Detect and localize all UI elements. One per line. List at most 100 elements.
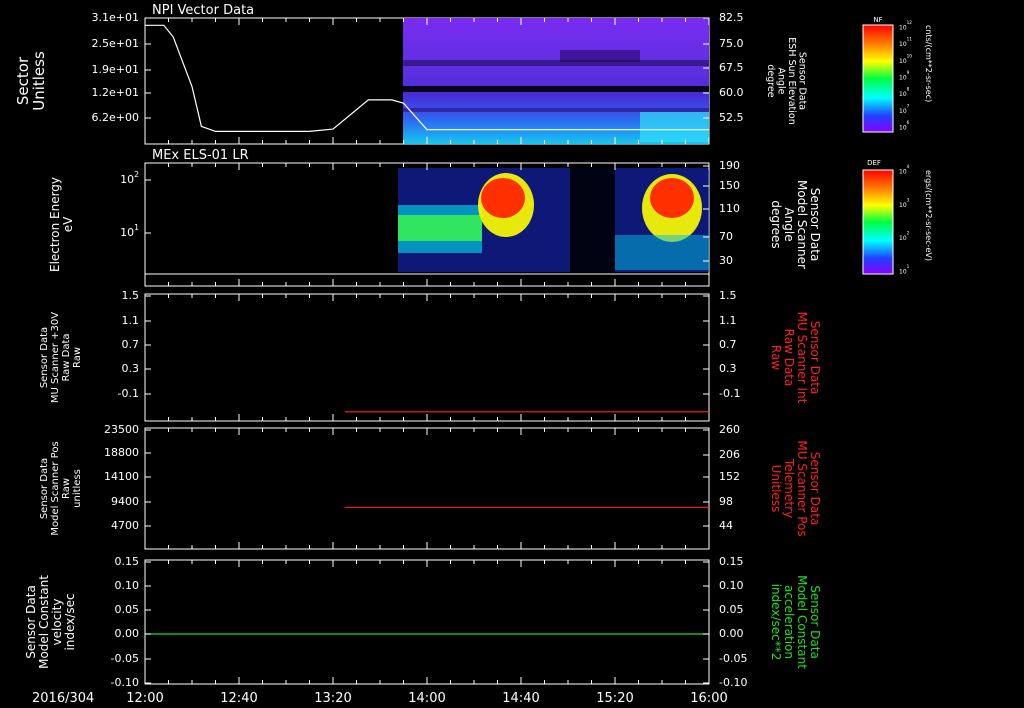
panel-4-right-tick-label: 206 [719,448,740,461]
panel-3-left-axis-label: Sensor Data [39,327,50,388]
panel-2-spectrogram [398,168,709,272]
panel-5-right-tick-label: 0.05 [719,603,744,616]
panel-3-left-tick-label: 0.7 [122,338,140,351]
panel-3-right-axis-label: MU Scanner Int [795,312,809,404]
panel-5-left-axis-label: index/sec [63,593,77,650]
panel-5-right-axis-label: Sensor Data [808,585,822,659]
panel-3-right-tick-label: 1.1 [719,314,737,327]
panel-3-frame [144,293,710,422]
panel-5-left-tick-label: -0.10 [111,676,139,689]
panel-2-right-axis-label: Sensor Data [808,188,822,262]
colorbar-1-ticks: 1012 1011 1010 109 108 107 106 [899,20,912,132]
panel-4-right-tick-label: 98 [719,495,733,508]
panel-4-right-axis-label: Sensor Data [808,452,822,526]
panel-4-left-tick-label: 14100 [104,470,139,483]
panel-2-right-tick-label: 70 [719,230,733,243]
panel-4-right-tick-label: 260 [719,423,740,436]
panel-1-spectrogram [403,18,709,144]
panel-1-band-lower [403,108,709,112]
panel-4-left-axis-label: Model Scanner Pos [50,441,61,535]
colorbar-panel-1: NF cnts/(cm**2-sr-sec) 10121011101010910… [862,16,933,133]
panel-4-left-tick-label: 23500 [104,423,139,436]
panel-1-right-axis-label: Sensor Data [797,52,808,110]
colorbar-2-gradient [862,169,894,275]
panel-5-left-axis-label: Model Constant [37,575,51,669]
panel-1-right-tick-label: 75.0 [719,37,744,50]
panel-3-right-tick-label: 0.7 [719,338,737,351]
panel-4-right-axis-label: Unitless [769,465,783,513]
panel-1-right-tick-label: 60.0 [719,86,744,99]
panel-1-left-tick-label: 2.5e+01 [92,37,139,50]
panel-3-left-axis-label: MU Scanner +30V [50,312,61,403]
colorbar-2-unit: ergs/(cm**2-sr-sec-eV) [924,170,933,261]
colorbar-tick-label: 103 [899,197,910,209]
panel-2-right-tick-label: 190 [719,159,740,172]
panel-5-right-tick-label: -0.10 [719,676,747,689]
colorbar-tick-label: 1011 [899,37,912,49]
panel-1-right-tick-label: 52.5 [719,111,744,124]
panel-3-left-axis-label: Raw [72,347,83,368]
panel-5-right-tick-label: 0.00 [719,627,744,640]
panel-5-right-axis-label: Model Constant [795,575,809,669]
panel-5-left-tick-label: 0.10 [115,579,140,592]
panel-3-right-axis-label: Raw Data [782,329,796,387]
panel-1-right-axis-label: ESH Sun Elevation [786,37,797,124]
panel-3-left-tick-label: 1.1 [122,314,140,327]
panel-3-right-tick-label: 1.5 [719,289,737,302]
date-label: 2016/304 [32,691,94,706]
panel-1-left-tick-label: 1.2e+01 [92,86,139,99]
panel-1-right-axis-label: degree [765,64,776,97]
panel-5-left-axis-label: Sensor Data [24,585,38,659]
panel-3-left-tick-label: 1.5 [122,289,140,302]
colorbar-tick-label: 104 [899,164,910,176]
colorbar-1-gradient [862,24,894,133]
panel-2-dark-gap [570,168,615,272]
time-label: 12:40 [220,691,257,706]
panel-4-left-axis-label: Raw [61,478,72,499]
panel-2-left-tick-label: 102 [120,170,139,186]
panel-5-left-tick-label: 0.05 [115,603,140,616]
panel-5-frame [144,559,710,685]
panel-3-left-axis-label: Raw Data [61,333,72,381]
panel-5-right-tick-label: 0.15 [719,555,744,568]
panel-1-title: NPI Vector Data [152,3,254,18]
panel-1-right-tick-label: 67.5 [719,61,744,74]
panel-4-left-tick-label: 9400 [111,495,139,508]
colorbar-panel-2: DEF ergs/(cm**2-sr-sec-eV) 104 103 102 101 [862,159,933,276]
multi-panel-plot: NPI Vector Data MEx ELS-01 LR 3.1e+01 2.5… [14,3,933,706]
colorbar-2-ticks: 104 103 102 101 [899,164,910,276]
time-label: 16:00 [690,691,727,706]
panel-1-right-axis-label: Angle [776,67,787,94]
panel-2-right-axis-label: Angle [782,207,796,241]
panel-2-left-tick-label: 101 [120,223,139,239]
panel-3-right-tick-label: -0.1 [719,387,740,400]
panel-3-right-tick-label: 0.3 [719,362,737,375]
colorbar-2-title: DEF [867,159,881,167]
panel-4-frame [144,427,710,550]
panel-2-title: MEx ELS-01 LR [152,148,249,163]
colorbar-tick-label: 108 [899,87,910,99]
panel-4-left-axis-label: Sensor Data [39,458,50,519]
panel-4-left-tick-label: 4700 [111,519,139,532]
colorbar-1-title: NF [873,16,882,24]
panel-5-right-tick-label: 0.10 [719,579,744,592]
colorbar-1-unit: cnts/(cm**2-sr-sec) [924,25,933,102]
panel-1-left-tick-label: 3.1e+01 [92,11,139,24]
panel-2-lower-cyan [615,235,709,270]
panel-3-left-tick-label: -0.1 [118,387,139,400]
time-label: 12:00 [126,691,163,706]
panel-5-left-tick-label: 0.15 [115,555,140,568]
panel-2-right-tick-label: 30 [719,254,733,267]
panel-4-left-axis-label: unitless [72,469,83,508]
panel-5-left-axis-label: velocity [50,599,64,646]
panel-2-left-axis-label: eV [61,216,75,232]
panel-2-right-axis-label: Model Scanner [795,180,809,269]
colorbar-tick-label: 101 [899,264,910,276]
panel-1-band-upper [403,60,709,66]
time-label: 14:00 [408,691,445,706]
panel-2-hot-region-2-core [650,178,694,218]
panel-1-left-tick-label: 6.2e+00 [92,111,139,124]
panel-1-hot-spot [560,50,640,62]
colorbar-tick-label: 1010 [899,53,912,64]
panel-4-right-tick-label: 152 [719,470,740,483]
